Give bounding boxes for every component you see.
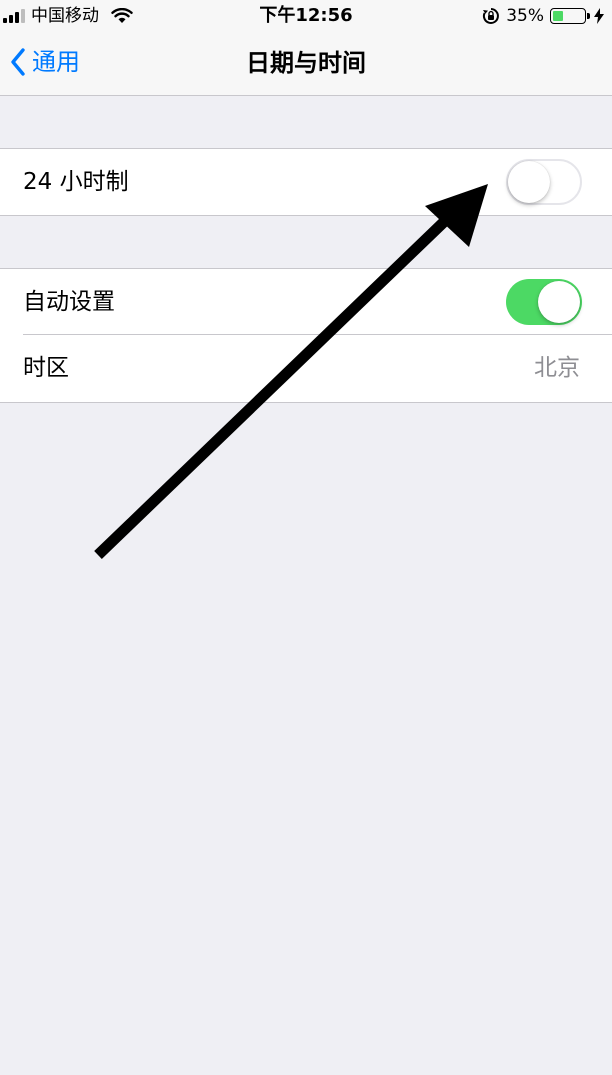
battery-percentage: 35% (506, 6, 544, 26)
settings-row-24-hour: 24 小时制 (0, 149, 612, 215)
toggle-knob (508, 161, 550, 203)
row-label-24-hour: 24 小时制 (23, 169, 129, 195)
settings-row-time-zone[interactable]: 时区 北京 (0, 335, 612, 401)
orientation-lock-icon (483, 8, 500, 24)
page-title: 日期与时间 (246, 49, 366, 77)
settings-group-time-format: 24 小时制 (0, 148, 612, 216)
settings-row-auto-set: 自动设置 (0, 269, 612, 335)
row-value-time-zone: 北京 (534, 355, 580, 381)
toggle-knob (538, 281, 580, 323)
settings-group-auto: 自动设置 时区 北京 (0, 268, 612, 403)
battery-icon (550, 8, 590, 24)
toggle-24-hour[interactable] (506, 159, 582, 205)
battery-fill (553, 11, 563, 21)
charging-bolt-icon (594, 8, 604, 24)
status-right: 35% (482, 5, 604, 27)
row-label-auto-set: 自动设置 (23, 289, 115, 315)
row-label-time-zone: 时区 (23, 355, 69, 381)
navigation-bar: 通用 日期与时间 (0, 32, 612, 96)
toggle-auto-set[interactable] (506, 279, 582, 325)
status-bar: 中国移动 下午12:56 35% (0, 0, 612, 32)
